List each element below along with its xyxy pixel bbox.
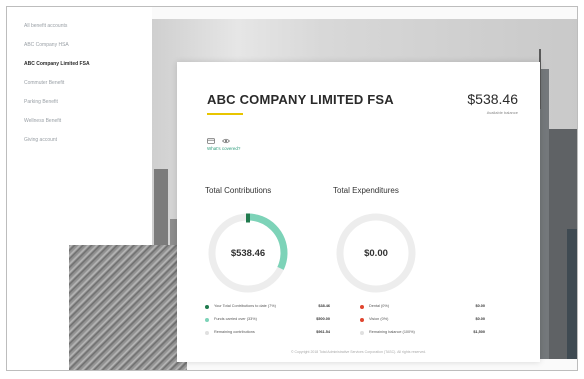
legend-value: $961.54 [316,330,330,334]
legend-value: $500.00 [316,317,330,321]
eye-icon[interactable] [222,132,230,144]
sidebar-item-commuter-benefit[interactable]: Commuter Benefit [24,80,152,86]
legend-dot [360,305,364,309]
legend-dot [205,305,209,309]
legend-row: Funds carried over (33%) $500.00 [205,316,330,329]
building-texture-image [69,245,187,370]
sidebar-item-abc-company-hsa[interactable]: ABC Company HSA [24,42,152,48]
legend-label: Your Total Contributions to date (7%) [214,304,276,308]
account-card: ABC COMPANY LIMITED FSA $538.46 Availabl… [177,62,540,362]
legend-row: Dental (0%) $0.00 [360,303,485,316]
legend-row: Remaining balance (100%) $1,500 [360,329,485,342]
title-underline [207,113,243,115]
app-frame: All benefit accounts ABC Company HSA ABC… [6,6,578,371]
available-balance-label: Available balance [486,110,518,115]
legend-row: Remaining contributions $961.54 [205,329,330,342]
legend-label: Dental (0%) [369,304,390,308]
legend-row: Vision (0%) $0.00 [360,316,485,329]
card-icon[interactable] [207,132,215,144]
card-actions [207,132,230,144]
legend-dot [360,318,364,322]
sidebar-item-all-benefit-accounts[interactable]: All benefit accounts [24,23,152,29]
legend-dot [205,331,209,335]
legend-label: Vision (0%) [369,317,389,321]
sidebar-item-wellness-benefit[interactable]: Wellness Benefit [24,118,152,124]
expenditures-legend: Dental (0%) $0.00 Vision (0%) $0.00 Rema… [360,303,485,342]
sidebar-item-abc-company-limited-fsa[interactable]: ABC Company Limited FSA [24,61,152,67]
contributions-center-value: $538.46 [230,248,266,259]
legend-value: $1,500 [473,330,485,334]
contributions-donut-marker [246,213,250,223]
legend-label: Funds carried over (33%) [214,317,257,321]
legend-value: $0.00 [475,317,485,321]
whats-covered-link[interactable]: What's covered? [207,146,240,151]
legend-row: Your Total Contributions to date (7%) $3… [205,303,330,316]
legend-label: Remaining contributions [214,330,255,334]
total-expenditures-title: Total Expenditures [333,186,399,195]
legend-value: $0.00 [475,304,485,308]
sidebar-item-parking-benefit[interactable]: Parking Benefit [24,99,152,105]
legend-value: $38.46 [318,304,330,308]
available-balance-amount: $538.46 [467,91,518,107]
copyright-footer: © Copyright 2018 Total Administrative Se… [290,350,427,354]
legend-dot [205,318,209,322]
account-title: ABC COMPANY LIMITED FSA [207,92,394,107]
expenditures-center-value: $0.00 [364,248,388,259]
legend-dot [360,331,364,335]
legend-label: Remaining balance (100%) [369,330,415,334]
total-contributions-title: Total Contributions [205,186,272,195]
contributions-legend: Your Total Contributions to date (7%) $3… [205,303,330,342]
sidebar-item-giving-account[interactable]: Giving account [24,137,152,143]
